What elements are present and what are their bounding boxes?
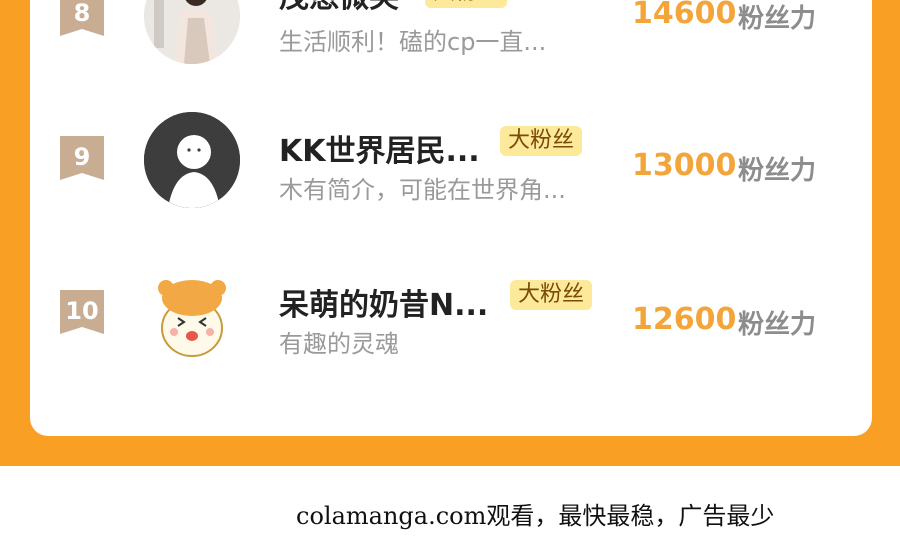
ranking-row[interactable]: 10 呆萌的奶昔N... 大粉丝 有趣的灵魂 12600 粉丝力: [30, 266, 872, 388]
rank-number: 9: [73, 143, 91, 171]
rank-number: 10: [65, 297, 99, 325]
fan-power-value: 12600: [632, 302, 737, 337]
fan-power-unit: 粉丝力: [738, 310, 817, 340]
avatar[interactable]: [144, 112, 240, 208]
user-name[interactable]: 呆萌的奶昔N...: [279, 280, 488, 324]
ranking-row[interactable]: 9 KK世界居民... 大粉丝 木有简介，可能在世界角... 13000 粉丝力: [30, 112, 872, 234]
user-name[interactable]: KK世界居民...: [279, 126, 480, 170]
fan-power-unit: 粉丝力: [738, 4, 817, 34]
rank-badge: 8: [60, 0, 104, 36]
fan-level-tag: 大粉丝: [500, 126, 583, 156]
avatar[interactable]: [144, 266, 240, 362]
avatar[interactable]: [144, 0, 240, 64]
fan-level-tag: 大粉丝: [510, 280, 593, 310]
ranking-row[interactable]: 8 茂懋微笑 大粉丝 生活顺利！磕的cp一直... 14600 粉丝力: [30, 0, 872, 80]
user-bio: 生活顺利！磕的cp一直...: [279, 28, 547, 56]
person-photo-icon: [144, 0, 240, 64]
user-bio: 木有简介，可能在世界角...: [279, 176, 566, 204]
fan-ranking-card: 8 茂懋微笑 大粉丝 生活顺利！磕的cp一直... 14600 粉丝力 9: [30, 0, 872, 436]
fan-level-tag: 大粉丝: [425, 0, 508, 8]
default-avatar-icon: [144, 112, 240, 208]
fan-power-unit: 粉丝力: [738, 156, 817, 186]
user-name[interactable]: 茂懋微笑: [279, 0, 399, 16]
rank-badge: 10: [60, 290, 104, 334]
site-watermark-text: colamanga.com观看，最快最稳，广告最少: [296, 502, 775, 530]
user-bio: 有趣的灵魂: [279, 330, 399, 358]
rank-number: 8: [73, 0, 91, 27]
fan-power-value: 13000: [632, 148, 737, 183]
cartoon-hamster-icon: [144, 266, 240, 362]
fan-power-value: 14600: [632, 0, 737, 31]
rank-badge: 9: [60, 136, 104, 180]
